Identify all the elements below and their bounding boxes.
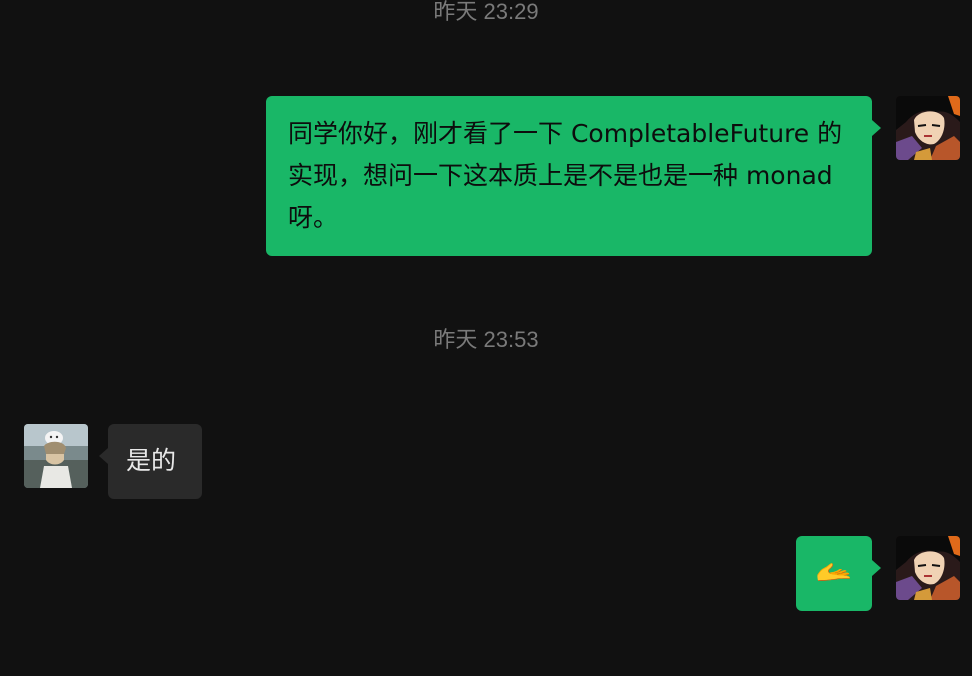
- bubble-tail: [872, 560, 881, 576]
- palm-up-hand-emoji: 🫴: [815, 555, 853, 590]
- outgoing-message-bubble[interactable]: 🫴: [796, 536, 881, 611]
- bubble-tail: [872, 120, 881, 136]
- message-text: 是的: [126, 446, 177, 475]
- chat-window[interactable]: 昨天 23:29 同学你好，刚才看了一下 CompletableFuture 的…: [0, 0, 972, 676]
- anime-character-icon: [896, 96, 960, 160]
- timestamp: 昨天 23:29: [433, 0, 539, 24]
- message-text: 同学你好，刚才看了一下 CompletableFuture 的实现，想问一下这本…: [288, 119, 849, 232]
- anime-character-with-cat-icon: [24, 424, 88, 488]
- incoming-message-bubble[interactable]: 是的: [99, 424, 202, 499]
- bubble-tail: [99, 448, 108, 464]
- anime-character-icon: [896, 536, 960, 600]
- self-avatar[interactable]: [896, 536, 960, 600]
- self-avatar[interactable]: [896, 96, 960, 160]
- outgoing-message-bubble[interactable]: 同学你好，刚才看了一下 CompletableFuture 的实现，想问一下这本…: [266, 96, 881, 256]
- contact-avatar[interactable]: [24, 424, 88, 488]
- timestamp: 昨天 23:53: [433, 327, 539, 352]
